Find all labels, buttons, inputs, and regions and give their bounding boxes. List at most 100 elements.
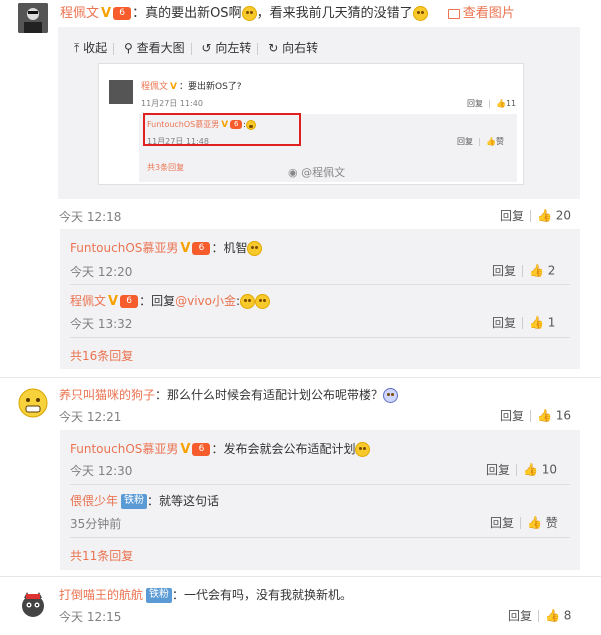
- verified-icon: V: [180, 442, 191, 457]
- verified-icon: V: [180, 241, 191, 256]
- mention-link[interactable]: @vivo小金: [175, 294, 236, 308]
- emoji-icon: [240, 294, 256, 309]
- like-icon: 👍: [537, 408, 552, 423]
- image-icon: [447, 8, 460, 19]
- reply-header: 程佩文 V 6 ：回复@vivo小金:: [70, 292, 271, 309]
- like-button[interactable]: 👍 8: [545, 608, 571, 623]
- comment-time: 今天 12:15: [59, 610, 122, 624]
- embedded-likes: 11: [505, 99, 517, 108]
- reply-text: ：回复: [139, 294, 176, 308]
- level-badge-icon: 6: [192, 443, 211, 456]
- view-large-button[interactable]: ⚲ 查看大图: [124, 39, 185, 56]
- reply-header: FuntouchOS慕亚男 V 6 ：机智: [70, 239, 263, 256]
- comment-header: 打倒喵王的航航 铁粉 ：一代会有吗，没有我就换新机。: [59, 586, 352, 603]
- like-icon: 👍: [545, 608, 560, 623]
- user-name[interactable]: FuntouchOS慕亚男: [70, 442, 178, 456]
- reply-text: ：机智: [211, 241, 248, 255]
- comment-text-2: ，看来我前几天猜的没错了: [256, 6, 413, 21]
- emoji-icon: [383, 388, 399, 403]
- user-name[interactable]: 养只叫猫咪的狗子: [59, 388, 155, 402]
- user-name[interactable]: 偎偎少年: [70, 494, 118, 508]
- weibo-logo-icon: ◉: [288, 166, 298, 179]
- user-name[interactable]: 程佩文: [60, 6, 99, 21]
- avatar[interactable]: [18, 3, 48, 33]
- reply-actions: 回复 👍 2: [492, 262, 555, 279]
- rotate-left-button[interactable]: ↺ 向左转: [201, 39, 251, 56]
- rotate-right-button[interactable]: ↻ 向右转: [268, 39, 318, 56]
- watermark: ◉ @程佩文: [288, 166, 346, 179]
- reply-header: 偎偎少年 铁粉 ：就等这句话: [70, 492, 219, 509]
- avatar[interactable]: [18, 388, 48, 418]
- collapse-button[interactable]: ⤒ 收起: [74, 39, 107, 56]
- embedded-time: 11月27日 11:40: [141, 99, 203, 108]
- reply-button[interactable]: 回复: [500, 209, 524, 223]
- like-icon: 👍: [496, 99, 506, 108]
- reply-time: 今天 13:32: [70, 317, 133, 331]
- like-icon: 👍: [529, 263, 544, 278]
- reply-button[interactable]: 回复: [508, 609, 532, 623]
- emoji-icon: [241, 6, 257, 21]
- reply-actions: 回复 👍 赞: [490, 514, 558, 531]
- embedded-reply: 回复: [467, 99, 483, 108]
- like-button[interactable]: 👍 赞: [527, 515, 558, 531]
- comment-time: 今天 12:18: [59, 210, 122, 224]
- reply-time: 35分钟前: [70, 517, 122, 531]
- like-icon: 👍: [529, 315, 544, 330]
- rotate-left-icon: ↺: [201, 41, 212, 55]
- view-image-link[interactable]: 查看图片: [447, 6, 515, 21]
- reply-header: FuntouchOS慕亚男 V 6 ：发布会就会公布适配计划: [70, 440, 371, 457]
- comment-actions: 回复 👍 20: [500, 207, 571, 224]
- reply-button[interactable]: 回复: [492, 264, 516, 278]
- like-button[interactable]: 👍 16: [537, 408, 571, 423]
- embedded-user: 程佩文: [141, 82, 169, 92]
- rotate-right-icon: ↻: [268, 41, 279, 55]
- embedded-text: ：要出新OS了?: [178, 82, 242, 92]
- emoji-icon: [412, 6, 428, 21]
- reply-button[interactable]: 回复: [492, 316, 516, 330]
- fan-badge: 铁粉: [146, 588, 173, 603]
- like-icon: 👍: [523, 462, 538, 477]
- reply-text: ：就等这句话: [147, 494, 220, 508]
- verified-icon: V: [101, 6, 112, 21]
- image-viewer: ⤒ 收起 ⚲ 查看大图 ↺ 向左转 ↻ 向右转 程佩文 V ：要出新OS了? 11月…: [58, 27, 580, 199]
- reply-actions: 回复 👍 10: [486, 461, 557, 478]
- embedded-avatar: [109, 80, 133, 104]
- user-name[interactable]: FuntouchOS慕亚男: [70, 241, 178, 255]
- reply-actions: 回复 👍 1: [492, 314, 555, 331]
- emoji-icon: [255, 294, 271, 309]
- more-replies-link[interactable]: 共11条回复: [70, 547, 133, 564]
- like-button[interactable]: 👍 10: [523, 462, 557, 477]
- level-badge-icon: 6: [113, 7, 132, 20]
- comment-text: ：真的要出新OS啊: [132, 6, 242, 21]
- fan-badge: 铁粉: [121, 494, 148, 509]
- level-badge-icon: 6: [192, 242, 211, 255]
- user-name[interactable]: 打倒喵王的航航: [59, 588, 143, 602]
- highlight-box: [143, 113, 301, 146]
- level-badge-icon: 6: [120, 295, 139, 308]
- user-name[interactable]: 程佩文: [70, 294, 106, 308]
- more-replies-link[interactable]: 共16条回复: [70, 347, 133, 364]
- emoji-icon: [247, 241, 263, 256]
- search-icon: ⚲: [123, 41, 133, 55]
- reply-button[interactable]: 回复: [500, 409, 524, 423]
- embedded-actions: 回复 👍11: [467, 98, 516, 109]
- verified-icon: V: [170, 82, 177, 92]
- like-button[interactable]: 👍 2: [529, 263, 555, 278]
- embedded-header: 程佩文 V ：要出新OS了?: [141, 79, 242, 92]
- collapse-icon: ⤒: [74, 41, 80, 55]
- like-icon: 👍: [537, 208, 552, 223]
- reply-button[interactable]: 回复: [486, 463, 510, 477]
- comment-actions: 回复 👍 16: [500, 407, 571, 424]
- like-button[interactable]: 👍 20: [537, 208, 571, 223]
- comment-actions: 回复 👍 8: [508, 607, 571, 624]
- embedded-sub-actions: 回复 👍赞: [457, 137, 504, 146]
- like-icon: 👍: [486, 137, 496, 146]
- like-button[interactable]: 👍 1: [529, 315, 555, 330]
- reply-time: 今天 12:30: [70, 464, 133, 478]
- reply-text: ：发布会就会公布适配计划: [211, 442, 356, 456]
- reply-button[interactable]: 回复: [490, 516, 514, 530]
- like-icon: 👍: [527, 515, 542, 530]
- avatar[interactable]: [18, 589, 48, 619]
- verified-icon: V: [108, 294, 119, 309]
- embedded-more: 共3条回复: [147, 163, 185, 172]
